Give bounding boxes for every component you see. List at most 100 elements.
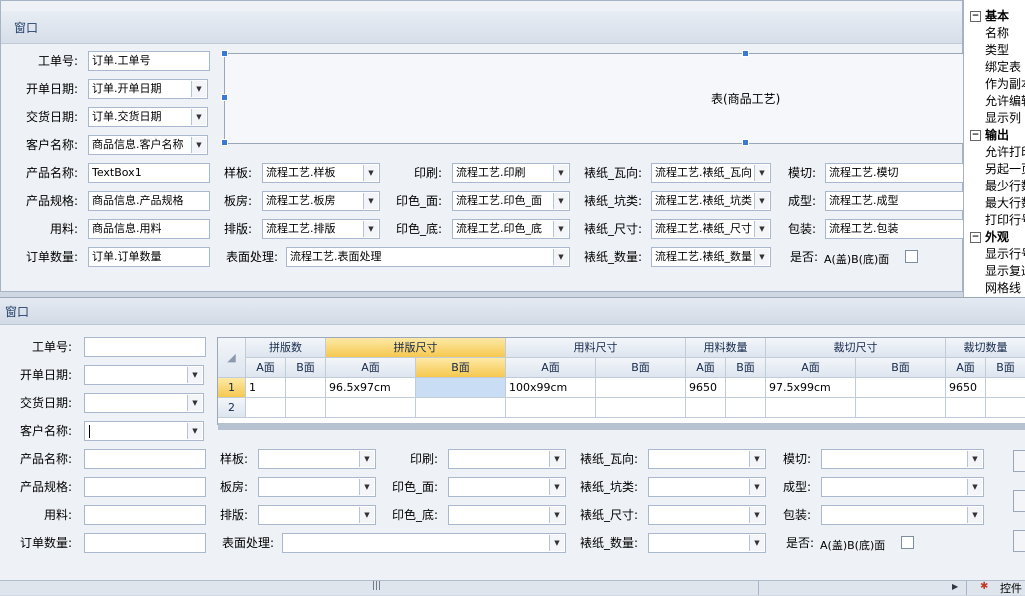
grid-subheader[interactable]: B面 bbox=[726, 358, 766, 378]
sample-dropdown[interactable]: ▼ bbox=[258, 449, 376, 469]
grid-horizontal-scrollbar[interactable] bbox=[218, 423, 1025, 430]
grid-cell[interactable] bbox=[596, 398, 686, 418]
product-name-field[interactable]: TextBox1 bbox=[88, 163, 210, 183]
chevron-down-icon[interactable]: ▼ bbox=[549, 479, 564, 495]
grid-cell[interactable] bbox=[416, 398, 506, 418]
product-spec-field[interactable]: 商品信息.产品规格 bbox=[88, 191, 210, 211]
print-dropdown[interactable]: 流程工艺.印刷 ▼ bbox=[452, 163, 570, 183]
customer-name-dropdown[interactable]: 商品信息.客户名称 ▼ bbox=[88, 135, 208, 155]
grid-subheader[interactable]: A面 bbox=[326, 358, 416, 378]
top-window-titlebar[interactable]: 窗口 bbox=[1, 11, 962, 44]
die-cut-dropdown[interactable]: ▼ bbox=[821, 449, 984, 469]
grid-cell[interactable] bbox=[726, 378, 766, 398]
chevron-down-icon[interactable]: ▼ bbox=[359, 479, 374, 495]
prop-item[interactable]: 网格线 bbox=[985, 280, 1021, 297]
collapse-icon[interactable]: − bbox=[970, 232, 981, 243]
grid-cell[interactable] bbox=[326, 398, 416, 418]
chevron-down-icon[interactable]: ▼ bbox=[363, 221, 378, 237]
prop-item[interactable]: 显示复选 bbox=[985, 263, 1025, 280]
mount-count-dropdown[interactable]: ▼ bbox=[648, 533, 766, 553]
resize-handle[interactable] bbox=[221, 50, 228, 57]
chevron-down-icon[interactable]: ▼ bbox=[191, 109, 206, 125]
grid-cell[interactable] bbox=[686, 398, 726, 418]
forming-field[interactable]: 流程工艺.成型 bbox=[825, 191, 965, 211]
grid-subheader[interactable]: A面 bbox=[246, 358, 286, 378]
prop-item[interactable]: 绑定表 bbox=[985, 59, 1021, 76]
grid-cell[interactable]: 100x99cm bbox=[506, 378, 596, 398]
order-qty-field[interactable]: 订单.订单数量 bbox=[88, 247, 210, 267]
grid-cell[interactable] bbox=[596, 378, 686, 398]
order-no-field[interactable] bbox=[84, 337, 206, 357]
grid-cell[interactable]: 97.5x99cm bbox=[766, 378, 856, 398]
grid-row-header[interactable]: 2 bbox=[218, 398, 246, 418]
prop-item[interactable]: 最大行数 bbox=[985, 195, 1025, 212]
chevron-down-icon[interactable]: ▼ bbox=[187, 395, 202, 411]
side-button[interactable] bbox=[1013, 530, 1025, 552]
prop-item[interactable]: 作为副本 bbox=[985, 76, 1025, 93]
prop-item[interactable]: 另起一页 bbox=[985, 161, 1025, 178]
grid-cell[interactable] bbox=[286, 378, 326, 398]
chevron-down-icon[interactable]: ▼ bbox=[553, 193, 568, 209]
grid-cell[interactable] bbox=[506, 398, 596, 418]
grid-subheader[interactable]: A面 bbox=[946, 358, 986, 378]
grid-group-header[interactable]: 拼版尺寸 bbox=[326, 338, 506, 358]
grid-cell[interactable] bbox=[856, 378, 946, 398]
side-checkbox[interactable] bbox=[901, 536, 914, 549]
grid-group-header[interactable]: 用料尺寸 bbox=[506, 338, 686, 358]
grid-row-header[interactable]: 1 bbox=[218, 378, 246, 398]
color-face-dropdown[interactable]: 流程工艺.印色_面 ▼ bbox=[452, 191, 570, 211]
prop-group-output[interactable]: − 输出 bbox=[964, 127, 1009, 144]
chevron-down-icon[interactable]: ▼ bbox=[549, 535, 564, 551]
material-field[interactable] bbox=[84, 505, 206, 525]
chevron-down-icon[interactable]: ▼ bbox=[749, 451, 764, 467]
resize-handle[interactable] bbox=[742, 139, 749, 146]
data-grid[interactable]: ◢ 拼版数 拼版尺寸 用料尺寸 用料数量 裁切尺寸 裁切数量 A面 B面 A面 … bbox=[217, 337, 1025, 425]
chevron-down-icon[interactable]: ▼ bbox=[553, 221, 568, 237]
color-bottom-dropdown[interactable]: ▼ bbox=[448, 505, 566, 525]
mount-direction-dropdown[interactable]: ▼ bbox=[648, 449, 766, 469]
open-date-dropdown[interactable]: ▼ bbox=[84, 365, 204, 385]
grid-subheader[interactable]: B面 bbox=[856, 358, 946, 378]
print-dropdown[interactable]: ▼ bbox=[448, 449, 566, 469]
chevron-down-icon[interactable]: ▼ bbox=[553, 165, 568, 181]
prop-item[interactable]: 允许打印 bbox=[985, 144, 1025, 161]
resize-handle[interactable] bbox=[221, 139, 228, 146]
chevron-down-icon[interactable]: ▼ bbox=[549, 451, 564, 467]
grid-cell[interactable]: 1 bbox=[246, 378, 286, 398]
grid-subheader[interactable]: A面 bbox=[766, 358, 856, 378]
bottom-window-titlebar[interactable]: 窗口 bbox=[0, 298, 1025, 325]
prop-item[interactable]: 显示行号 bbox=[985, 246, 1025, 263]
chevron-down-icon[interactable]: ▼ bbox=[187, 367, 202, 383]
mount-size-dropdown[interactable]: 流程工艺.裱纸_尺寸 ▼ bbox=[651, 219, 771, 239]
prop-item[interactable]: 类型 bbox=[985, 42, 1009, 59]
color-face-dropdown[interactable]: ▼ bbox=[448, 477, 566, 497]
grid-cell[interactable] bbox=[986, 378, 1025, 398]
mount-size-dropdown[interactable]: ▼ bbox=[648, 505, 766, 525]
chevron-down-icon[interactable]: ▼ bbox=[754, 165, 769, 181]
chevron-down-icon[interactable]: ▼ bbox=[967, 451, 982, 467]
table-placeholder[interactable]: 表(商品工艺) bbox=[224, 53, 971, 144]
grid-group-header[interactable]: 用料数量 bbox=[686, 338, 766, 358]
delivery-date-dropdown[interactable]: 订单.交货日期 ▼ bbox=[88, 107, 208, 127]
grid-subheader[interactable]: A面 bbox=[686, 358, 726, 378]
product-spec-field[interactable] bbox=[84, 477, 206, 497]
prop-item[interactable]: 名称 bbox=[985, 25, 1009, 42]
collapse-icon[interactable]: − bbox=[970, 130, 981, 141]
open-date-dropdown[interactable]: 订单.开单日期 ▼ bbox=[88, 79, 208, 99]
forming-dropdown[interactable]: ▼ bbox=[821, 477, 984, 497]
chevron-down-icon[interactable]: ▼ bbox=[359, 507, 374, 523]
chevron-down-icon[interactable]: ▼ bbox=[749, 507, 764, 523]
surface-treatment-dropdown[interactable]: 流程工艺.表面处理 ▼ bbox=[286, 247, 570, 267]
chevron-down-icon[interactable]: ▼ bbox=[359, 451, 374, 467]
grid-subheader[interactable]: A面 bbox=[506, 358, 596, 378]
flute-type-dropdown[interactable]: ▼ bbox=[648, 477, 766, 497]
prop-group-appearance[interactable]: − 外观 bbox=[964, 229, 1009, 246]
chevron-down-icon[interactable]: ▼ bbox=[754, 249, 769, 265]
grid-cell[interactable] bbox=[286, 398, 326, 418]
grid-cell[interactable]: 96.5x97cm bbox=[326, 378, 416, 398]
customer-name-dropdown[interactable]: ▼ bbox=[84, 421, 204, 441]
chevron-down-icon[interactable]: ▼ bbox=[553, 249, 568, 265]
layout-dropdown[interactable]: 流程工艺.排版 ▼ bbox=[262, 219, 380, 239]
chevron-down-icon[interactable]: ▼ bbox=[191, 81, 206, 97]
chevron-right-icon[interactable]: ▶ bbox=[952, 582, 958, 591]
